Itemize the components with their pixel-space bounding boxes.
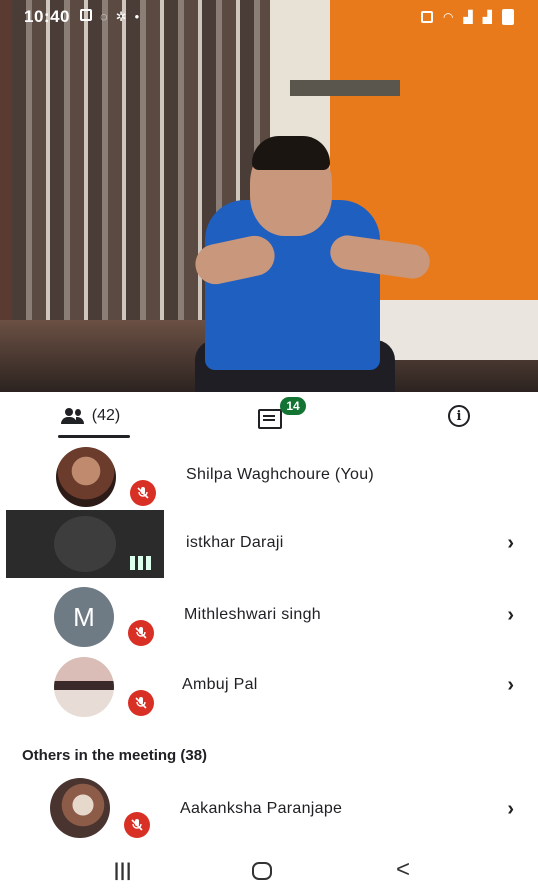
others-section-label: Others in the meeting (38) (22, 747, 208, 764)
speaking-indicator-icon (130, 554, 154, 570)
status-left-icons: ◌ ✲ • (79, 9, 140, 25)
status-right-icons: ◠ ▟ ▟ (421, 9, 514, 25)
chevron-right-icon: › (507, 798, 514, 820)
participant-name: Mithleshwari singh (184, 606, 322, 623)
mic-off-icon (124, 812, 150, 838)
signal-icon: ▟ (463, 10, 473, 24)
people-icon (60, 408, 84, 424)
tab-people[interactable]: (42) (0, 392, 180, 440)
wifi-icon: ◠ (443, 10, 454, 24)
participant-row[interactable]: Aakanksha Paranjape › (0, 776, 538, 846)
battery-icon (502, 9, 514, 25)
mic-off-icon (128, 620, 154, 646)
settings-icon: ✲ (115, 9, 127, 24)
dot-icon: • (134, 9, 140, 24)
participant-row[interactable]: Shilpa Waghchoure (You) (0, 442, 538, 512)
status-time: 10:40 (24, 7, 70, 26)
avatar: M (54, 587, 114, 647)
chevron-right-icon: › (507, 674, 514, 696)
chat-bubble-icon: ◌ (99, 9, 108, 24)
mic-off-icon (128, 690, 154, 716)
main-video-feed[interactable] (0, 0, 538, 392)
image-icon (79, 9, 92, 21)
home-button[interactable] (252, 862, 272, 880)
people-count: (42) (91, 407, 121, 424)
participant-row[interactable]: istkhar Daraji › (0, 510, 538, 580)
chat-unread-badge: 14 (280, 397, 306, 415)
avatar (54, 516, 116, 572)
participant-name: Aakanksha Paranjape (180, 800, 343, 817)
active-tab-indicator (58, 435, 130, 438)
panel-tabs: (42) 14 i (0, 392, 538, 440)
participant-name: Ambuj Pal (182, 676, 258, 693)
cast-icon (421, 11, 434, 23)
avatar-initial: M (73, 601, 95, 632)
recent-apps-button[interactable]: ||| (114, 860, 132, 881)
system-nav-bar: ||| < (0, 850, 538, 893)
video-person-hair (252, 136, 330, 170)
participant-name: istkhar Daraji (186, 534, 284, 551)
info-icon: i (448, 405, 470, 427)
tab-info[interactable]: i (360, 392, 538, 440)
tab-chat[interactable]: 14 (180, 392, 360, 440)
video-shelf (290, 80, 400, 96)
avatar (54, 657, 114, 717)
avatar (50, 778, 110, 838)
participant-row[interactable]: Ambuj Pal › (0, 652, 538, 722)
participant-name: Shilpa Waghchoure (You) (186, 466, 375, 483)
mic-off-icon (130, 480, 156, 506)
participant-row[interactable]: M Mithleshwari singh › (0, 582, 538, 652)
chevron-right-icon: › (507, 532, 514, 554)
back-button[interactable]: < (396, 856, 410, 884)
video-floor-tile (380, 300, 538, 360)
chat-icon (258, 409, 282, 429)
chevron-right-icon: › (507, 604, 514, 626)
participant-video-tile (6, 510, 164, 578)
avatar (56, 447, 116, 507)
people-panel: (42) 14 i Shilpa Waghchoure (You) istkha… (0, 392, 538, 850)
signal-icon: ▟ (482, 10, 492, 24)
status-bar: 10:40 ◌ ✲ • ◠ ▟ ▟ (0, 0, 538, 34)
